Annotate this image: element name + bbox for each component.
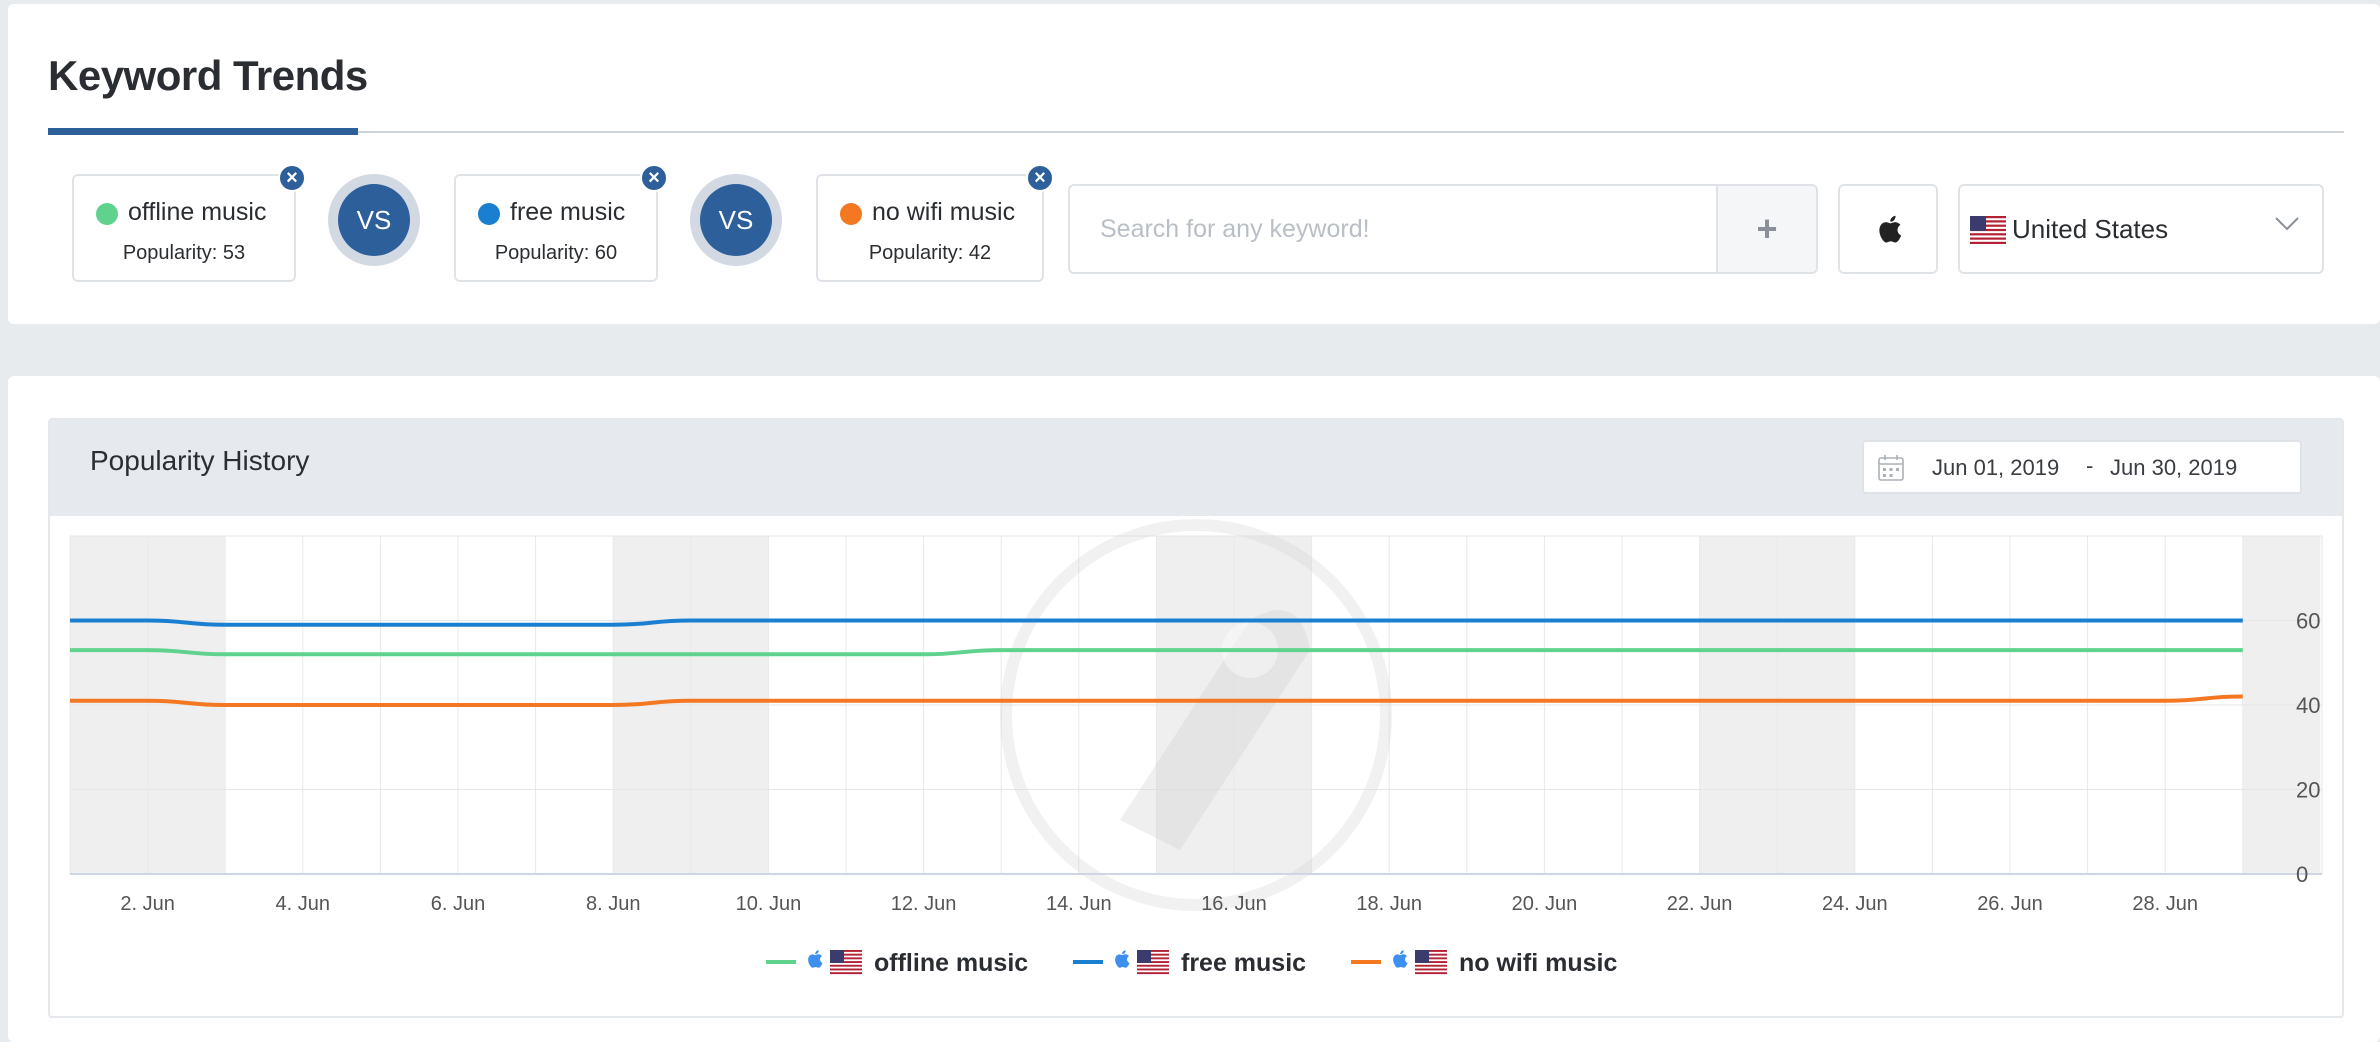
legend-label: offline music bbox=[874, 949, 1028, 977]
us-flag-icon bbox=[830, 950, 862, 975]
legend-label: free music bbox=[1181, 949, 1306, 977]
x-tick-label: 18. Jun bbox=[1356, 893, 1422, 915]
us-flag-icon bbox=[1415, 950, 1447, 975]
x-tick-label: 26. Jun bbox=[1977, 893, 2043, 915]
x-tick-label: 14. Jun bbox=[1046, 893, 1112, 915]
popularity-history-chart: 2. Jun 4. Jun 6. Jun 8. Jun 10. Jun 12. Jun 14… bbox=[69, 519, 2323, 977]
y-tick-label: 20 bbox=[2296, 778, 2320, 803]
x-tick-label: 2. Jun bbox=[120, 893, 174, 915]
apple-icon bbox=[808, 950, 823, 968]
legend-label: no wifi music bbox=[1459, 949, 1617, 977]
legend-item[interactable]: offline music bbox=[766, 949, 1028, 977]
y-tick-label: 60 bbox=[2296, 609, 2320, 634]
legend-item[interactable]: no wifi music bbox=[1351, 949, 1617, 977]
x-tick-label: 12. Jun bbox=[891, 893, 957, 915]
legend-item[interactable]: free music bbox=[1073, 949, 1306, 977]
x-tick-label: 22. Jun bbox=[1667, 893, 1733, 915]
x-tick-label: 16. Jun bbox=[1201, 893, 1267, 915]
y-tick-label: 40 bbox=[2296, 693, 2320, 718]
apple-icon bbox=[1115, 950, 1130, 968]
apple-icon bbox=[1393, 950, 1408, 968]
x-tick-label: 28. Jun bbox=[2132, 893, 2198, 915]
x-tick-label: 6. Jun bbox=[431, 893, 485, 915]
x-tick-label: 4. Jun bbox=[276, 893, 330, 915]
us-flag-icon bbox=[1137, 950, 1169, 975]
x-tick-label: 10. Jun bbox=[736, 893, 802, 915]
y-tick-label: 0 bbox=[2296, 862, 2308, 887]
x-tick-label: 8. Jun bbox=[586, 893, 640, 915]
x-tick-label: 20. Jun bbox=[1512, 893, 1578, 915]
x-tick-label: 24. Jun bbox=[1822, 893, 1888, 915]
